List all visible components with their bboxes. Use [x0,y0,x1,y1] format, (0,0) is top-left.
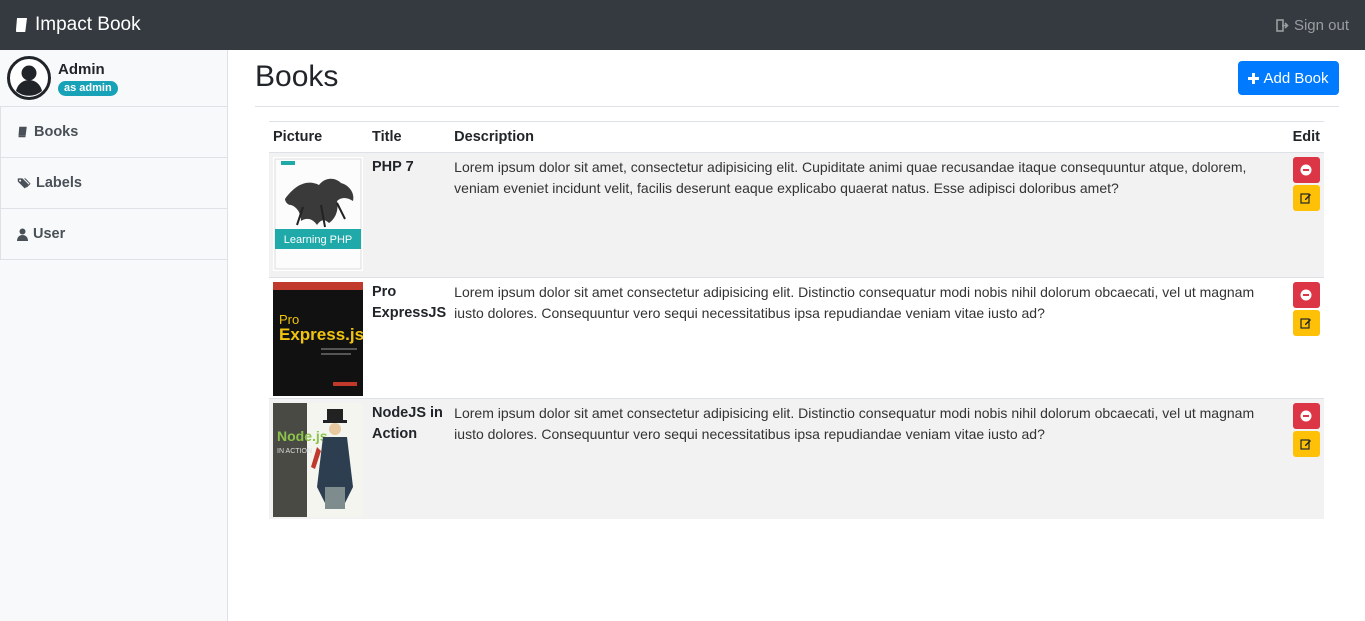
book-cover-image: Learning PHP [273,157,363,271]
header-picture: Picture [269,121,368,153]
sidebar-item-user[interactable]: User [0,209,227,260]
book-description: Lorem ipsum dolor sit amet consectetur a… [450,398,1289,519]
add-book-button[interactable]: Add Book [1238,61,1339,95]
delete-button[interactable] [1292,403,1320,429]
header-title: Title [368,121,451,153]
minus-circle-icon [1300,289,1312,301]
minus-circle-icon [1300,164,1312,176]
top-navbar: Impact Book Sign out [0,0,1365,50]
role-badge: as admin [58,80,118,96]
page-title: Books [255,60,339,93]
book-actions [1288,398,1324,519]
sidebar: Admin as admin Books Labels User [0,50,228,621]
sidebar-nav: Books Labels User [0,106,227,260]
table-row: Pro Express.js Pro ExpressJS Lorem ipsum… [269,277,1324,399]
edit-icon [1300,439,1312,450]
user-profile: Admin as admin [0,50,227,106]
books-table: Picture Title Description Edit Learning … [269,121,1324,519]
signout-link[interactable]: Sign out [1276,17,1349,34]
avatar [7,56,51,100]
edit-icon [1300,193,1312,204]
edit-button[interactable] [1292,310,1320,336]
table-row: Node.js IN ACTION NodeJS in Action Lorem… [269,398,1324,519]
delete-button[interactable] [1292,282,1320,308]
sidebar-item-label: Books [34,124,79,140]
book-actions [1288,152,1324,278]
cover-text-bottom: Express.js [279,325,363,344]
user-name: Admin [58,60,105,78]
edit-button[interactable] [1292,185,1320,211]
book-picture-cell: Pro Express.js [269,277,368,399]
sidebar-item-label: Labels [36,175,82,191]
edit-icon [1300,318,1312,329]
cover-text: Learning PHP [284,234,353,246]
brand-title: Impact Book [35,14,141,35]
minus-circle-icon [1300,410,1312,422]
book-title: PHP 7 [368,152,451,278]
page-header: Books Add Book [255,58,1339,107]
book-description: Lorem ipsum dolor sit amet, consectetur … [450,152,1289,278]
signout-label: Sign out [1293,16,1349,34]
book-actions [1288,277,1324,399]
sidebar-item-labels[interactable]: Labels [0,158,227,209]
header-description: Description [450,121,1289,153]
plus-icon [1248,72,1260,84]
book-cover-image: Pro Express.js [273,282,363,396]
header-edit: Edit [1288,121,1324,153]
cover-text-top: Node.js [277,428,328,444]
add-book-label: Add Book [1263,69,1329,87]
sidebar-item-label: User [33,226,66,242]
table-row: Learning PHP PHP 7 Lorem ipsum dolor sit… [269,152,1324,278]
brand-link[interactable]: Impact Book [14,14,141,36]
user-icon [17,228,28,241]
book-picture-cell: Learning PHP [269,152,368,278]
book-icon [16,18,27,32]
book-title: NodeJS in Action [368,398,451,519]
sidebar-item-books[interactable]: Books [0,107,227,158]
cover-text-bottom: IN ACTION [277,448,312,455]
book-icon [18,126,27,138]
table-header-row: Picture Title Description Edit [269,121,1324,153]
sign-out-icon [1276,18,1289,32]
book-title: Pro ExpressJS [368,277,451,399]
book-description: Lorem ipsum dolor sit amet consectetur a… [450,277,1289,399]
book-cover-image: Node.js IN ACTION [273,403,363,517]
delete-button[interactable] [1292,157,1320,183]
edit-button[interactable] [1292,431,1320,457]
tags-icon [17,178,31,189]
book-picture-cell: Node.js IN ACTION [269,398,368,519]
